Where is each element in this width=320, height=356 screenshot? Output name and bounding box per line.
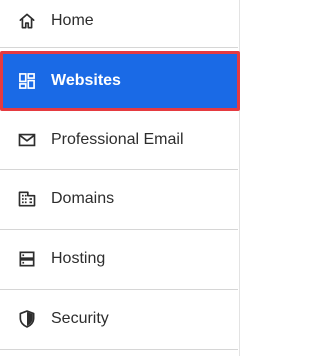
dashboard-icon [17,71,37,91]
server-icon [17,249,37,269]
sidebar-item-label: Home [51,12,94,29]
shield-icon [17,309,37,329]
sidebar-item-label: Websites [51,72,121,89]
sidebar-item-domains[interactable]: Domains [0,170,238,228]
sidebar-item-professional-email[interactable]: Professional Email [0,111,238,169]
sidebar-item-label: Domains [51,190,115,207]
building-icon [17,189,37,209]
sidebar-nav: Home Websites Professional Email Domains… [0,0,240,356]
sidebar-item-hosting[interactable]: Hosting [0,230,238,288]
sidebar-item-security[interactable]: Security [0,290,238,348]
sidebar-item-websites[interactable]: Websites [0,51,240,111]
sidebar-item-label: Security [51,310,109,327]
divider [0,47,238,48]
home-icon [17,11,37,31]
mail-icon [17,130,37,150]
divider [0,349,238,350]
sidebar-item-label: Hosting [51,250,106,267]
sidebar-item-home[interactable]: Home [0,0,238,50]
sidebar-item-label: Professional Email [51,131,184,148]
